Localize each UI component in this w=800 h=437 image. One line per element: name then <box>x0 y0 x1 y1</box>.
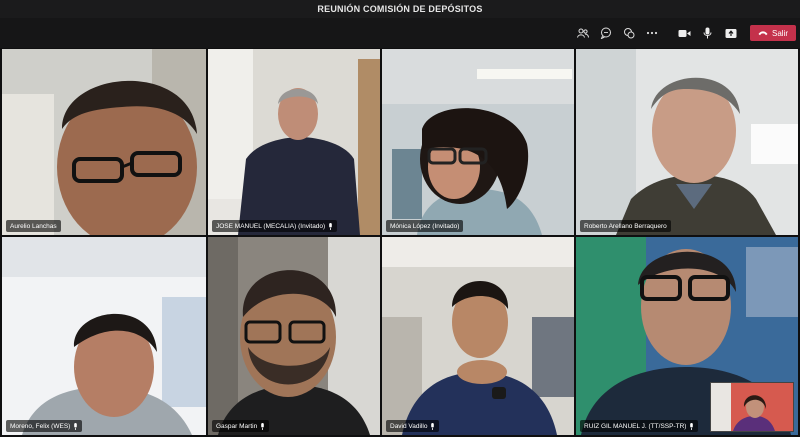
leave-label: Salir <box>771 28 788 38</box>
video-feed <box>208 49 380 235</box>
video-feed <box>2 49 206 235</box>
people-icon[interactable] <box>572 22 594 44</box>
participant-tile[interactable]: RUIZ GIL MANUEL J. (TT/SSP-TR) <box>576 237 798 435</box>
mic-icon[interactable] <box>697 22 719 44</box>
participant-name: Aurelio Lanchas <box>6 220 61 232</box>
participant-tile[interactable]: David Vadillo <box>382 237 574 435</box>
mic-muted-icon <box>261 422 264 430</box>
self-view-feed <box>711 383 793 431</box>
leave-button[interactable]: Salir <box>749 25 796 41</box>
mic-muted-icon <box>74 422 78 430</box>
video-grid: Aurelio Lanchas JOSE MANUEL (MECALIA) (I… <box>0 48 800 437</box>
meeting-toolbar: Salir <box>0 18 800 48</box>
participant-name: David Vadillo <box>386 420 440 432</box>
video-feed <box>576 49 798 235</box>
video-feed <box>2 237 206 435</box>
participant-name: RUIZ GIL MANUEL J. (TT/SSP-TR) <box>580 420 699 432</box>
participant-name: Gaspar Martin <box>212 420 270 432</box>
mic-muted-icon <box>431 422 435 430</box>
participant-name: Mónica López (Invitado) <box>386 220 464 232</box>
chat-icon[interactable] <box>595 22 617 44</box>
window-title: REUNIÓN COMISIÓN DE DEPÓSITOS <box>0 0 800 18</box>
participant-name: JOSE MANUEL (MECALIA) (Invitado) <box>212 220 338 232</box>
phone-icon <box>758 31 768 36</box>
camera-icon[interactable] <box>674 22 696 44</box>
participant-name: Roberto Arellano Berraquero <box>580 220 671 232</box>
reactions-icon[interactable] <box>618 22 640 44</box>
mic-muted-icon <box>329 222 333 230</box>
video-feed <box>208 237 380 435</box>
participant-tile[interactable]: Moreno, Felix (WES) <box>2 237 206 435</box>
participant-tile[interactable]: Gaspar Martin <box>208 237 380 435</box>
participant-name: Moreno, Felix (WES) <box>6 420 83 432</box>
participant-tile[interactable]: JOSE MANUEL (MECALIA) (Invitado) <box>208 49 380 235</box>
video-feed <box>382 237 574 435</box>
participant-tile[interactable]: Mónica López (Invitado) <box>382 49 574 235</box>
participant-tile[interactable]: Roberto Arellano Berraquero <box>576 49 798 235</box>
self-view-preview[interactable] <box>710 382 794 432</box>
participant-tile[interactable]: Aurelio Lanchas <box>2 49 206 235</box>
video-feed <box>382 49 574 235</box>
mic-muted-icon <box>690 422 694 430</box>
more-icon[interactable] <box>641 22 663 44</box>
share-icon[interactable] <box>720 22 742 44</box>
